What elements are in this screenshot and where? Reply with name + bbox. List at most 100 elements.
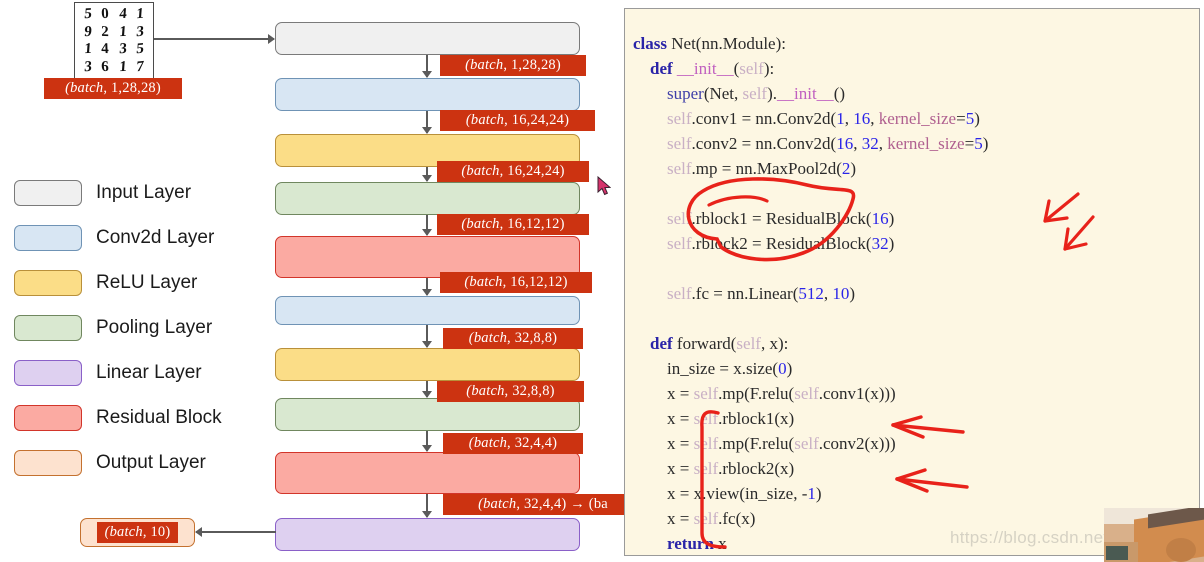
code-token: self (693, 509, 719, 528)
batch-word: batch (469, 274, 503, 290)
code-token: x = (667, 509, 694, 528)
legend-swatch (14, 224, 82, 251)
code-token: .mp = nn.MaxPool2d( (691, 159, 842, 178)
code-token: self (693, 409, 719, 428)
legend-swatch (14, 449, 82, 476)
shape-dims: , 32,8,8) (507, 330, 558, 346)
mnist-digit: 2 (101, 23, 110, 40)
code-line: self.fc = nn.Linear(512, 10) (633, 281, 988, 306)
input-shape-dims: , 1,28,28) (103, 80, 161, 96)
batch-word: batch (473, 330, 508, 346)
code-token: 32 (871, 234, 889, 253)
output-shape-dims: , 10) (142, 524, 171, 540)
code-token: = (964, 134, 975, 153)
code-token: ). (767, 84, 778, 103)
shape-chip: (batch, 32,4,4) → (ba (443, 494, 643, 515)
code-token: __init__ (676, 59, 734, 78)
legend-item: Conv2d Layer (14, 215, 264, 260)
code-token: self (742, 84, 768, 103)
batch-word: batch (466, 216, 500, 232)
shape-dims: , 16,12,12) (499, 216, 565, 232)
mouse-cursor (597, 176, 611, 196)
mnist-digit-row: 5041 (80, 6, 148, 23)
code-token: 1 (807, 484, 816, 503)
code-token: def (650, 59, 677, 78)
code-token: self (693, 384, 719, 403)
mnist-digit: 7 (135, 58, 145, 76)
mnist-digit-row: 1435 (80, 41, 148, 58)
code-token: self (693, 434, 719, 453)
layer-box-pooling-layer (275, 398, 580, 431)
legend-label: ReLU Layer (96, 271, 198, 293)
shape-chip: (batch, 1,28,28) (440, 55, 586, 76)
code-token: .conv1 = nn.Conv2d( (691, 109, 837, 128)
code-token: (Net, (703, 84, 743, 103)
ink-arrow-16 (1043, 192, 1080, 223)
code-token: , (878, 134, 888, 153)
code-line: return x (633, 531, 988, 555)
code-token: .fc = nn.Linear( (691, 284, 799, 303)
legend-swatch (14, 359, 82, 386)
flow-arrow (422, 325, 432, 348)
code-token: class (633, 34, 672, 53)
flow-arrow (422, 215, 432, 236)
code-token: self (667, 284, 692, 303)
code-token: 0 (778, 359, 787, 378)
flow-arrow (422, 381, 432, 398)
shape-chip: (batch, 32,4,4) (443, 433, 583, 454)
code-token: .rblock2(x) (718, 459, 795, 478)
code-line: self.rblock2 = ResidualBlock(32) (633, 231, 988, 256)
code-line: self.conv1 = nn.Conv2d(1, 16, kernel_siz… (633, 106, 988, 131)
flow-arrow (422, 278, 432, 296)
layer-box-linear-layer (275, 518, 580, 551)
flow-arrow (422, 167, 432, 182)
code-token: .mp(F.relu( (718, 434, 795, 453)
code-line: self.rblock1 = ResidualBlock(16) (633, 206, 988, 231)
code-token: self (739, 59, 764, 78)
code-token: return (667, 534, 719, 553)
legend-label: Conv2d Layer (96, 226, 215, 248)
batch-word: batch (70, 80, 104, 96)
batch-word: batch (470, 57, 504, 73)
ink-arrow-16-head (1043, 199, 1069, 223)
code-token: x (718, 534, 727, 553)
code-line: def __init__(self): (633, 56, 988, 81)
legend-swatch (14, 179, 82, 206)
input-connector-arrow (154, 34, 275, 44)
code-token: self (667, 109, 692, 128)
code-line: self.conv2 = nn.Conv2d(16, 32, kernel_si… (633, 131, 988, 156)
code-token: x = (667, 409, 694, 428)
code-token: x = x.view(in_size, (667, 484, 802, 503)
code-token: ) (786, 359, 793, 378)
batch-word: batch (109, 524, 143, 540)
code-token: 16 (836, 134, 854, 153)
shape-chip: (batch, 32,8,8) (437, 381, 584, 402)
shape-chip: (batch, 16,12,12) (437, 214, 589, 235)
code-token: = (956, 109, 966, 128)
code-token: 512 (798, 284, 824, 303)
mnist-digit: 3 (118, 41, 128, 58)
legend-swatch (14, 269, 82, 296)
code-token: () (833, 84, 846, 103)
shape-chip: (batch, 16,24,24) (440, 110, 595, 131)
code-token: __init__ (777, 84, 834, 103)
shape-dims: , 1,28,28) (503, 57, 561, 73)
code-token: ): (763, 59, 775, 78)
webcam-overlay (1104, 508, 1204, 562)
mnist-digit: 6 (101, 58, 110, 75)
layer-box-conv2d-layer (275, 78, 580, 111)
code-token: x = (667, 459, 694, 478)
shape-dims: , 32,4,4) → (ba (516, 496, 608, 512)
code-token: .fc(x) (718, 509, 756, 528)
code-line: x = self.rblock2(x) (633, 456, 988, 481)
legend-item: Output Layer (14, 440, 264, 485)
code-token: super (667, 84, 704, 103)
